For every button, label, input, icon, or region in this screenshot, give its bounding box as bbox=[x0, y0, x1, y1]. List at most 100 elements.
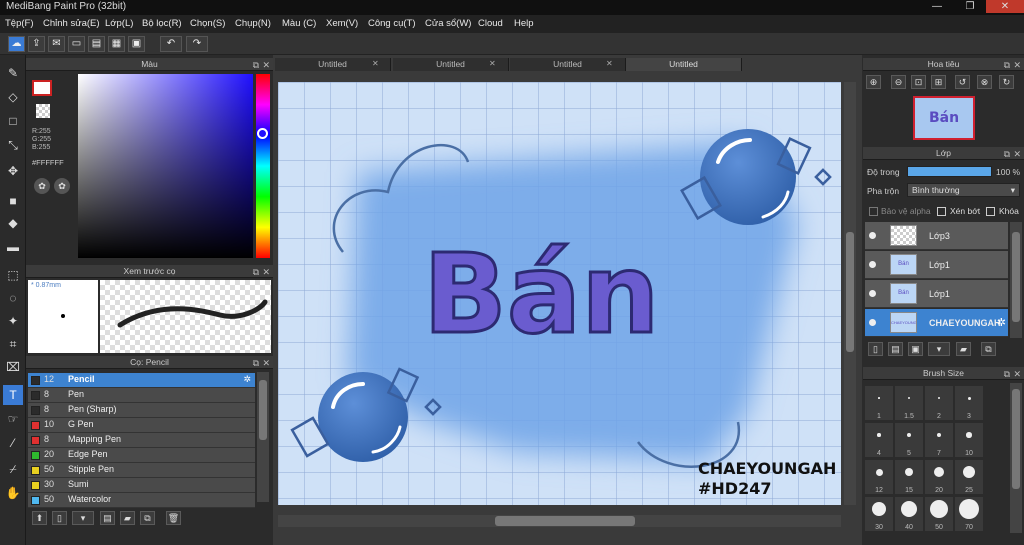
blend-mode-select[interactable]: Bình thường ▾ bbox=[907, 183, 1020, 197]
select-pen-icon[interactable]: ⌗ bbox=[3, 334, 23, 354]
canvas-hscroll[interactable] bbox=[278, 515, 841, 527]
brush-size-scroll-thumb[interactable] bbox=[1012, 389, 1020, 489]
brush-size-cell[interactable]: 5 bbox=[895, 423, 923, 457]
eyedropper-icon[interactable]: ⁄ bbox=[3, 433, 23, 453]
menu-capture[interactable]: Chụp(N) bbox=[235, 18, 271, 29]
brush-size-cell[interactable]: 25 bbox=[955, 460, 983, 494]
float-icon[interactable]: ⧉ bbox=[253, 357, 259, 370]
brush-list-item[interactable]: 8 Mapping Pen bbox=[28, 433, 255, 448]
close-icon[interactable]: ✕ bbox=[1013, 148, 1021, 161]
layer-folder-icon[interactable]: ▰ bbox=[956, 342, 971, 356]
move-tool-icon[interactable]: ✥ bbox=[3, 161, 23, 181]
lasso-icon[interactable]: ◌ bbox=[3, 288, 23, 308]
canvas-hscroll-thumb[interactable] bbox=[495, 516, 635, 526]
close-icon[interactable]: ✕ bbox=[262, 59, 270, 72]
cloud-icon[interactable]: ☁ bbox=[8, 36, 25, 52]
brush-size-cell[interactable]: 2 bbox=[925, 386, 953, 420]
rotate-right-icon[interactable]: ↻ bbox=[999, 75, 1014, 89]
brush-size-cell[interactable]: 1.5 bbox=[895, 386, 923, 420]
brush-size-cell[interactable]: 4 bbox=[865, 423, 893, 457]
brush-size-cell[interactable]: 3 bbox=[955, 386, 983, 420]
navigator-thumbnail[interactable]: Bán bbox=[913, 96, 975, 140]
brush-settings-icon[interactable]: ▤ bbox=[100, 511, 115, 525]
gradient-tool-icon[interactable]: ▬ bbox=[3, 237, 23, 257]
layer-row[interactable]: Lớp3 bbox=[865, 222, 1008, 250]
layer-row[interactable]: CHAEYOUNGAHCHAEYOUNGAH✲ bbox=[865, 309, 1008, 337]
palette-icon[interactable]: ✿ bbox=[34, 178, 50, 194]
menu-help[interactable]: Help bbox=[514, 18, 534, 29]
grid-icon[interactable]: ▣ bbox=[128, 36, 145, 52]
brush-list-item[interactable]: 50 Watercolor bbox=[28, 493, 255, 508]
float-icon[interactable]: ⧉ bbox=[1004, 148, 1010, 161]
tab-close-icon[interactable]: ✕ bbox=[606, 59, 613, 68]
operation-tool-icon[interactable]: ☞ bbox=[3, 409, 23, 429]
brush-size-cell[interactable]: 30 bbox=[865, 497, 893, 531]
select-rect-icon[interactable]: ⬚ bbox=[3, 265, 23, 285]
drawing-canvas[interactable]: Bán CHAEYOUNGAH #HD247 bbox=[278, 82, 841, 505]
eraser-tool-icon[interactable]: ◇ bbox=[3, 87, 23, 107]
new-8bit-layer-icon[interactable]: ▣ bbox=[908, 342, 923, 356]
brush-list-item[interactable]: 30 Sumi bbox=[28, 478, 255, 493]
close-icon[interactable]: ✕ bbox=[1013, 368, 1021, 381]
share-icon[interactable]: ⇪ bbox=[28, 36, 45, 52]
saturation-value-picker[interactable] bbox=[78, 74, 253, 258]
brush-size-cell[interactable]: 15 bbox=[895, 460, 923, 494]
primary-color-swatch[interactable] bbox=[32, 80, 52, 96]
canvas-vscroll[interactable] bbox=[844, 82, 856, 505]
brush-list-item[interactable]: 10 G Pen bbox=[28, 418, 255, 433]
brush-scroll-thumb[interactable] bbox=[259, 380, 267, 440]
visibility-icon[interactable] bbox=[869, 232, 876, 239]
menu-window[interactable]: Cửa sổ(W) bbox=[425, 18, 471, 29]
zoom-in-icon[interactable]: ⊕ bbox=[866, 75, 881, 89]
menu-select[interactable]: Chọn(S) bbox=[190, 18, 225, 29]
duplicate-layer-icon[interactable]: ⧉ bbox=[981, 342, 996, 356]
layer-scroll-thumb[interactable] bbox=[1012, 232, 1020, 322]
hue-slider[interactable] bbox=[256, 74, 270, 258]
download-brush-icon[interactable]: ⬆ bbox=[32, 511, 47, 525]
hue-handle[interactable] bbox=[257, 128, 268, 139]
brush-list-item[interactable]: 12 Pencil ✲ bbox=[28, 373, 255, 388]
brush-list-item[interactable]: 8 Pen (Sharp) bbox=[28, 403, 255, 418]
close-icon[interactable]: ✕ bbox=[1013, 59, 1021, 72]
gear-icon[interactable]: ✲ bbox=[243, 374, 251, 385]
text-tool-icon[interactable]: T bbox=[3, 385, 23, 405]
new-halftone-layer-icon[interactable]: ▤ bbox=[888, 342, 903, 356]
tab-close-icon[interactable]: ✕ bbox=[372, 59, 379, 68]
layer-row[interactable]: Bán Lớp1 bbox=[865, 251, 1008, 279]
select-eraser-icon[interactable]: ⌧ bbox=[3, 357, 23, 377]
delete-brush-icon[interactable]: 🗑 bbox=[166, 511, 181, 525]
brush-list-item[interactable]: 20 Edge Pen bbox=[28, 448, 255, 463]
float-icon[interactable]: ⧉ bbox=[1004, 368, 1010, 381]
new-layer-icon[interactable]: ▯ bbox=[868, 342, 883, 356]
rotate-left-icon[interactable]: ↺ bbox=[955, 75, 970, 89]
brush-size-cell[interactable]: 10 bbox=[955, 423, 983, 457]
rect-tool-icon[interactable]: □ bbox=[3, 111, 23, 131]
brush-tool-icon[interactable]: ✎ bbox=[3, 63, 23, 83]
magic-wand-icon[interactable]: ✦ bbox=[3, 311, 23, 331]
menu-view[interactable]: Xem(V) bbox=[326, 18, 358, 29]
hand-tool-icon[interactable]: ✋ bbox=[3, 483, 23, 503]
chat-icon[interactable]: ▭ bbox=[68, 36, 85, 52]
new-brush-icon[interactable]: ▯ bbox=[52, 511, 67, 525]
undo-button[interactable]: ↶ bbox=[160, 36, 182, 52]
tab-4[interactable]: Untitled bbox=[626, 58, 742, 71]
palette-add-icon[interactable]: ✿ bbox=[54, 178, 70, 194]
fit-icon[interactable]: ⊡ bbox=[911, 75, 926, 89]
bucket-tool-icon[interactable]: ◆ bbox=[3, 213, 23, 233]
protect-alpha-checkbox[interactable] bbox=[869, 207, 878, 216]
clip-checkbox[interactable] bbox=[937, 207, 946, 216]
close-icon[interactable]: ✕ bbox=[262, 357, 270, 370]
minimize-button[interactable]: — bbox=[922, 0, 952, 13]
brush-size-cell[interactable]: 1 bbox=[865, 386, 893, 420]
visibility-icon[interactable] bbox=[869, 261, 876, 268]
menu-filter[interactable]: Bộ lọc(R) bbox=[142, 18, 182, 29]
add-layer-menu-icon[interactable]: ▾ bbox=[928, 342, 950, 356]
menu-layer[interactable]: Lớp(L) bbox=[105, 18, 133, 29]
menu-color[interactable]: Màu (C) bbox=[282, 18, 316, 29]
dropper-icon[interactable]: ⌿ bbox=[3, 459, 23, 479]
tab-close-icon[interactable]: ✕ bbox=[489, 59, 496, 68]
brush-size-cell[interactable]: 20 bbox=[925, 460, 953, 494]
panel-icon[interactable]: ▦ bbox=[108, 36, 125, 52]
opacity-slider[interactable] bbox=[907, 166, 992, 177]
float-icon[interactable]: ⧉ bbox=[253, 266, 259, 279]
